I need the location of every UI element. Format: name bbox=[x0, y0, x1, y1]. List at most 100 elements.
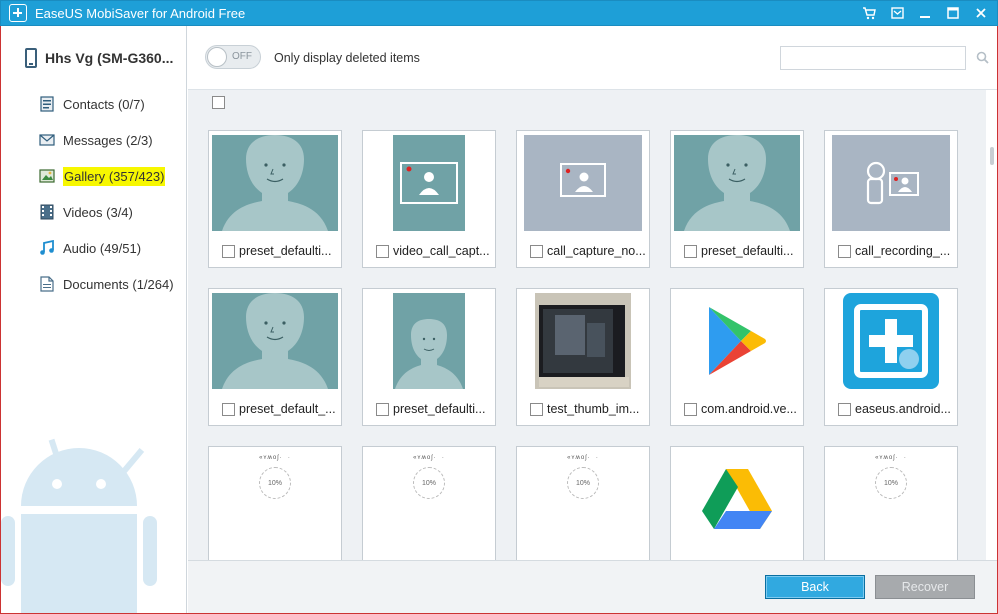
documents-icon bbox=[39, 276, 55, 292]
gallery-item[interactable]: com.android.ve... bbox=[670, 288, 804, 426]
sidebar-item-contacts[interactable]: Contacts (0/7) bbox=[39, 86, 174, 122]
item-checkbox[interactable] bbox=[376, 402, 389, 416]
file-name: video_call_capt... bbox=[393, 244, 490, 258]
loading-thumbnail: «ʏʍᴏʃ· · 10% bbox=[209, 451, 341, 547]
select-all-checkbox[interactable] bbox=[212, 96, 225, 109]
avatar-small-thumbnail bbox=[363, 293, 495, 389]
gallery-item[interactable]: call_capture_no... bbox=[516, 130, 650, 268]
gallery-item[interactable]: «ʏʍᴏʃ· · 10% bbox=[208, 446, 342, 560]
sidebar-item-label: Videos (3/4) bbox=[63, 204, 133, 220]
photo-thumbnail bbox=[517, 293, 649, 389]
toolbar: OFF Only display deleted items bbox=[188, 26, 997, 90]
gallery-icon bbox=[39, 168, 55, 184]
toggle-label: Only display deleted items bbox=[274, 51, 420, 65]
contacts-icon bbox=[39, 96, 55, 112]
sidebar-item-label: Documents (1/264) bbox=[63, 276, 174, 292]
gallery-grid: preset_defaulti... video_call_capt... call… bbox=[188, 90, 986, 560]
title-bar: EaseUS MobiSaver for Android Free bbox=[0, 0, 998, 26]
call-capture-thumbnail bbox=[517, 135, 649, 231]
phone-icon bbox=[25, 48, 37, 68]
item-checkbox[interactable] bbox=[530, 244, 543, 258]
device-name: Hhs Vg (SM-G360... bbox=[45, 50, 174, 66]
loading-progress: 10% bbox=[413, 467, 445, 499]
gallery-item[interactable]: «ʏʍᴏʃ· · 10% bbox=[362, 446, 496, 560]
gallery-item[interactable]: call_recording_... bbox=[824, 130, 958, 268]
file-name: com.android.ve... bbox=[701, 402, 797, 416]
device-header[interactable]: Hhs Vg (SM-G360... bbox=[25, 48, 173, 68]
avatar-large-thumbnail bbox=[209, 135, 341, 231]
gallery-item[interactable]: «ʏʍᴏʃ· · 10% bbox=[824, 446, 958, 560]
loading-progress: 10% bbox=[259, 467, 291, 499]
sidebar-item-label: Gallery (357/423) bbox=[63, 166, 166, 186]
easeus-logo-thumbnail bbox=[825, 293, 957, 389]
app-logo-icon bbox=[9, 4, 27, 22]
item-checkbox[interactable] bbox=[838, 244, 851, 258]
gallery-item[interactable]: preset_defaulti... bbox=[208, 130, 342, 268]
item-checkbox[interactable] bbox=[684, 402, 697, 416]
loading-thumbnail: «ʏʍᴏʃ· · 10% bbox=[363, 451, 495, 547]
minimize-icon[interactable] bbox=[917, 5, 933, 21]
gallery-item[interactable]: «ʏʍᴏʃ· · 10% bbox=[516, 446, 650, 560]
file-name: call_capture_no... bbox=[547, 244, 646, 258]
sidebar-item-label: Audio (49/51) bbox=[63, 240, 142, 256]
toggle-state: OFF bbox=[232, 51, 252, 62]
call-recording-thumbnail bbox=[825, 135, 957, 231]
file-name: easeus.android... bbox=[855, 402, 951, 416]
gallery-item[interactable]: easeus.android... bbox=[824, 288, 958, 426]
item-checkbox[interactable] bbox=[222, 244, 235, 258]
item-checkbox[interactable] bbox=[838, 402, 851, 416]
messages-icon bbox=[39, 132, 55, 148]
toggle-knob bbox=[207, 47, 227, 67]
loading-progress: 10% bbox=[567, 467, 599, 499]
sidebar-item-gallery[interactable]: Gallery (357/423) bbox=[39, 158, 174, 194]
footer: Back Recover bbox=[188, 560, 997, 613]
videos-icon bbox=[39, 204, 55, 220]
loading-thumbnail: «ʏʍᴏʃ· · 10% bbox=[825, 451, 957, 547]
deleted-only-toggle[interactable]: OFF bbox=[205, 45, 261, 69]
play-store-thumbnail bbox=[671, 293, 803, 389]
category-nav: Contacts (0/7) Messages (2/3) Gallery (3… bbox=[39, 86, 174, 302]
video-call-capture-thumbnail bbox=[363, 135, 495, 231]
sidebar: Hhs Vg (SM-G360... Contacts (0/7) Messag… bbox=[1, 26, 187, 613]
audio-icon bbox=[39, 240, 55, 256]
sidebar-item-documents[interactable]: Documents (1/264) bbox=[39, 266, 174, 302]
search-input[interactable] bbox=[780, 46, 966, 70]
item-checkbox[interactable] bbox=[222, 402, 235, 416]
item-checkbox[interactable] bbox=[684, 244, 697, 258]
gallery-item[interactable]: video_call_capt... bbox=[362, 130, 496, 268]
avatar-large-thumbnail bbox=[671, 135, 803, 231]
cart-icon[interactable] bbox=[861, 5, 877, 21]
gallery-item[interactable]: preset_defaulti... bbox=[362, 288, 496, 426]
gallery-item[interactable]: test_thumb_im... bbox=[516, 288, 650, 426]
close-icon[interactable] bbox=[973, 5, 989, 21]
sidebar-item-videos[interactable]: Videos (3/4) bbox=[39, 194, 174, 230]
file-name: preset_default_... bbox=[239, 402, 336, 416]
maximize-icon[interactable] bbox=[945, 5, 961, 21]
avatar-large-thumbnail bbox=[209, 293, 341, 389]
item-checkbox[interactable] bbox=[530, 402, 543, 416]
scrollbar[interactable] bbox=[986, 90, 997, 560]
window-title: EaseUS MobiSaver for Android Free bbox=[35, 5, 246, 21]
item-checkbox[interactable] bbox=[376, 244, 389, 258]
file-name: call_recording_... bbox=[855, 244, 951, 258]
gallery-item[interactable]: preset_default_... bbox=[208, 288, 342, 426]
search-icon[interactable] bbox=[976, 51, 989, 67]
sidebar-item-messages[interactable]: Messages (2/3) bbox=[39, 122, 174, 158]
sidebar-item-label: Contacts (0/7) bbox=[63, 96, 145, 112]
file-name: test_thumb_im... bbox=[547, 402, 640, 416]
loading-progress: 10% bbox=[875, 467, 907, 499]
android-watermark-icon bbox=[1, 438, 157, 613]
gallery-item[interactable]: preset_defaulti... bbox=[670, 130, 804, 268]
file-name: preset_defaulti... bbox=[701, 244, 794, 258]
loading-thumbnail: «ʏʍᴏʃ· · 10% bbox=[517, 451, 649, 547]
back-button[interactable]: Back bbox=[765, 575, 865, 599]
recover-button[interactable]: Recover bbox=[875, 575, 975, 599]
gallery-item[interactable] bbox=[670, 446, 804, 560]
feedback-icon[interactable] bbox=[889, 5, 905, 21]
drive-thumbnail bbox=[671, 451, 803, 547]
file-name: preset_defaulti... bbox=[393, 402, 486, 416]
sidebar-item-label: Messages (2/3) bbox=[63, 132, 153, 148]
file-name: preset_defaulti... bbox=[239, 244, 332, 258]
sidebar-item-audio[interactable]: Audio (49/51) bbox=[39, 230, 174, 266]
scroll-thumb[interactable] bbox=[990, 147, 994, 165]
